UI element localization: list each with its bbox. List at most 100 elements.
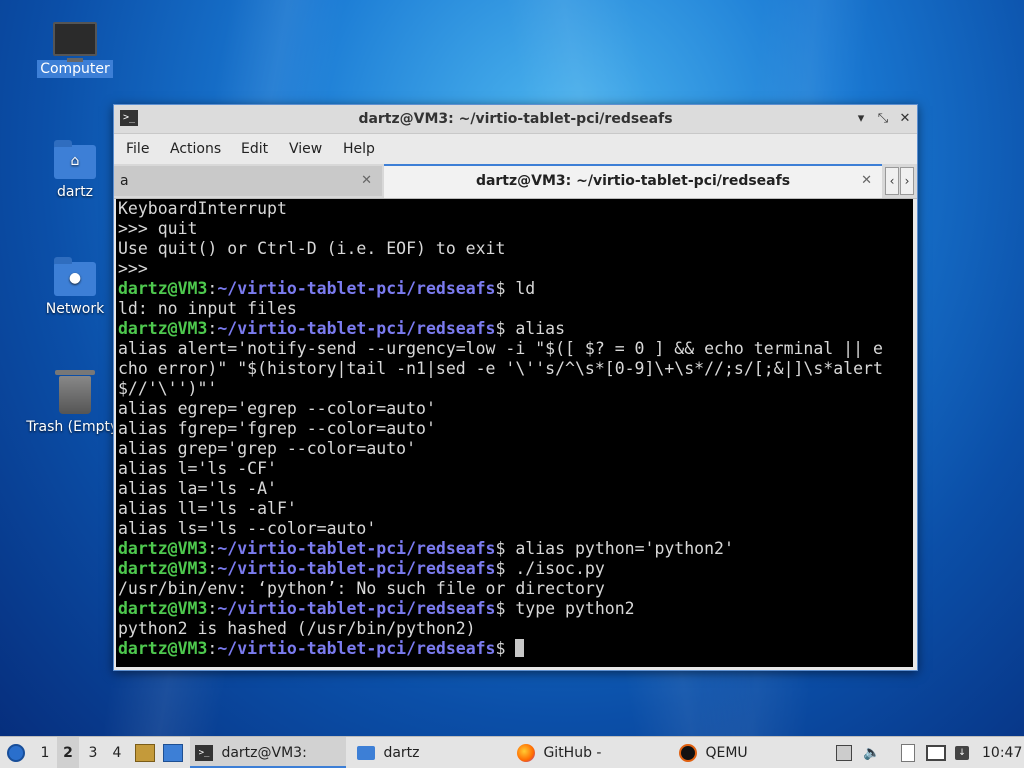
terminal-line: alias grep='grep --color=auto' (118, 439, 913, 459)
terminal-line: Use quit() or Ctrl-D (i.e. EOF) to exit (118, 239, 913, 259)
workspace-3[interactable]: 3 (82, 737, 104, 768)
output-text: alias ll='ls -alF' (118, 499, 297, 518)
output-text: ld: no input files (118, 299, 297, 318)
command-text: $ alias (495, 319, 566, 338)
prompt-path: ~/virtio-tablet-pci/redseafs (217, 319, 496, 338)
prompt-user: dartz@VM3 (118, 639, 208, 658)
output-text: alias ls='ls --color=auto' (118, 519, 377, 538)
terminal-line: alias l='ls -CF' (118, 459, 913, 479)
tab-close-icon[interactable]: ✕ (361, 166, 372, 196)
output-text: >>> quit (118, 219, 198, 238)
command-text: $ alias python='python2' (495, 539, 734, 558)
terminal-line: dartz@VM3:~/virtio-tablet-pci/redseafs$ … (118, 599, 635, 618)
terminal-line: alias alert='notify-send --urgency=low -… (118, 339, 913, 359)
terminal-line: dartz@VM3:~/virtio-tablet-pci/redseafs$ (118, 639, 913, 659)
output-text: alias grep='grep --color=auto' (118, 439, 417, 458)
terminal-line: KeyboardInterrupt (118, 199, 913, 219)
terminal-line: alias ll='ls -alF' (118, 499, 913, 519)
show-desktop-button[interactable] (134, 737, 156, 768)
output-text: KeyboardInterrupt (118, 199, 287, 218)
maximize-icon[interactable]: ⤡ (873, 109, 893, 129)
task-terminal[interactable]: >_ dartz@VM3: ~/v... (190, 737, 346, 768)
tray-updates[interactable]: ↓ (952, 737, 972, 768)
tab-close-icon[interactable]: ✕ (861, 166, 872, 196)
screenshot-icon (836, 745, 852, 761)
task-qemu[interactable]: QEMU (674, 737, 824, 768)
prompt-path: ~/virtio-tablet-pci/redseafs (217, 559, 496, 578)
task-dartz[interactable]: dartz (352, 737, 502, 768)
window-titlebar[interactable]: >_ dartz@VM3: ~/virtio-tablet-pci/redsea… (114, 105, 917, 134)
qemu-icon (679, 744, 697, 762)
app-menu-button[interactable] (4, 737, 28, 768)
computer-icon (53, 22, 97, 62)
terminal-line: cho error)" "$(history|tail -n1|sed -e '… (118, 359, 913, 379)
firefox-icon (517, 744, 535, 762)
tab-a[interactable]: a ✕ (114, 166, 382, 196)
prompt-user: dartz@VM3 (118, 559, 208, 578)
terminal-line: ld: no input files (118, 299, 913, 319)
terminal-cursor (515, 639, 525, 657)
menu-view[interactable]: View (287, 134, 324, 164)
workspace-1[interactable]: 1 (34, 737, 56, 768)
terminal-line: alias fgrep='fgrep --color=auto' (118, 419, 913, 439)
terminal-line: >>> quit (118, 219, 913, 239)
prompt-path: ~/virtio-tablet-pci/redseafs (217, 279, 496, 298)
tab-next-icon[interactable]: › (900, 167, 914, 195)
task-label: dartz (383, 745, 420, 761)
desktop-icon-label: Computer (37, 60, 113, 78)
menu-actions[interactable]: Actions (168, 134, 223, 164)
task-label: QEMU (705, 745, 748, 761)
tray-screenshot[interactable] (834, 737, 854, 768)
menu-edit[interactable]: Edit (239, 134, 270, 164)
terminal-output[interactable]: KeyboardInterrupt >>> quit Use quit() or C… (116, 199, 913, 667)
output-text: >>> (118, 259, 148, 278)
tab-prev-icon[interactable]: ‹ (885, 167, 899, 195)
tray-clipboard[interactable] (898, 737, 918, 768)
desktop-icon-computer[interactable]: Computer (20, 22, 130, 78)
prompt-path: ~/virtio-tablet-pci/redseafs (217, 539, 496, 558)
terminal-line: alias ls='ls --color=auto' (118, 519, 913, 539)
output-text: alias egrep='egrep --color=auto' (118, 399, 436, 418)
network-icon (926, 745, 946, 761)
prompt-path: ~/virtio-tablet-pci/redseafs (217, 599, 496, 618)
terminal-line: python2 is hashed (/usr/bin/python2) (118, 619, 913, 639)
command-text: $ (495, 639, 516, 658)
prompt-user: dartz@VM3 (118, 319, 208, 338)
prompt-path: ~/virtio-tablet-pci/redseafs (217, 639, 496, 658)
minimize-icon[interactable]: ▾ (851, 109, 871, 129)
show-desktop-icon (135, 744, 155, 762)
output-text: /usr/bin/env: ‘python’: No such file or … (118, 579, 605, 598)
tab-label: a (120, 173, 129, 189)
output-text: $//'\'')"' (118, 379, 218, 398)
update-icon: ↓ (955, 746, 969, 760)
terminal-window[interactable]: >_ dartz@VM3: ~/virtio-tablet-pci/redsea… (113, 104, 918, 671)
command-text: $ ld (495, 279, 536, 298)
clipboard-icon (901, 744, 915, 762)
home-folder-icon: ⌂ (54, 140, 96, 179)
menu-file[interactable]: File (124, 134, 151, 164)
tab-terminal[interactable]: dartz@VM3: ~/virtio-tablet-pci/redseafs … (384, 164, 882, 198)
menu-bar: File Actions Edit View Help (114, 134, 917, 164)
network-folder-icon: ● (54, 257, 96, 296)
workspace-2[interactable]: 2 (57, 737, 79, 768)
terminal-line: >>> (118, 259, 913, 279)
task-github[interactable]: GitHub - yllumin... (512, 737, 668, 768)
terminal-line: $//'\'')"' (118, 379, 913, 399)
clock[interactable]: 10:47 (982, 737, 1022, 768)
close-icon[interactable]: ✕ (895, 109, 915, 129)
output-text: Use quit() or Ctrl-D (i.e. EOF) to exit (118, 239, 506, 258)
lxqt-menu-icon (7, 744, 25, 762)
workspace-4[interactable]: 4 (106, 737, 128, 768)
terminal-line: alias egrep='egrep --color=auto' (118, 399, 913, 419)
terminal-line: dartz@VM3:~/virtio-tablet-pci/redseafs$ … (118, 279, 536, 298)
window-title: dartz@VM3: ~/virtio-tablet-pci/redseafs (358, 111, 673, 127)
tab-bar: a ✕ dartz@VM3: ~/virtio-tablet-pci/redse… (114, 164, 917, 199)
desktop-icon-label: dartz (56, 184, 94, 200)
tray-network[interactable] (926, 737, 946, 768)
prompt-user: dartz@VM3 (118, 599, 208, 618)
prompt-user: dartz@VM3 (118, 279, 208, 298)
tray-volume[interactable]: 🔈 (862, 737, 882, 768)
terminal-line: alias la='ls -A' (118, 479, 913, 499)
menu-help[interactable]: Help (341, 134, 377, 164)
window-switcher-button[interactable] (162, 737, 184, 768)
